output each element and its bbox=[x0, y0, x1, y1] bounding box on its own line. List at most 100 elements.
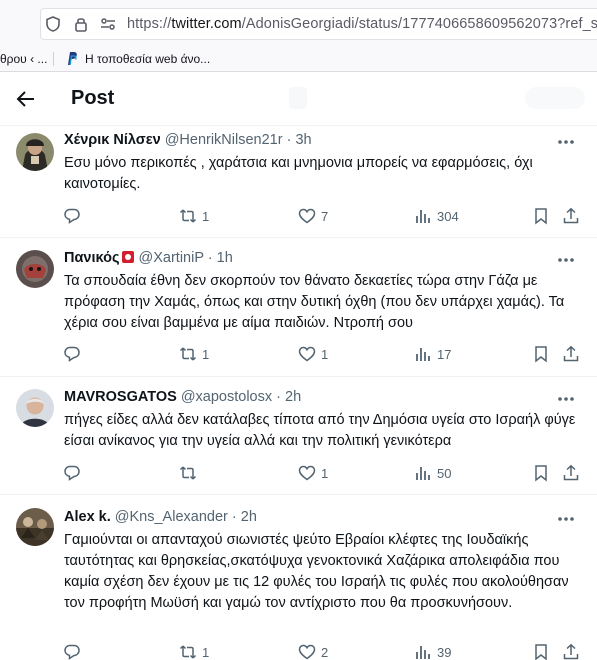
post-header: Post bbox=[0, 73, 597, 125]
share-button[interactable] bbox=[562, 463, 580, 483]
like-count: 7 bbox=[321, 208, 329, 224]
lock-icon[interactable] bbox=[72, 15, 90, 33]
views-button[interactable]: 39 bbox=[414, 642, 451, 660]
tweet-header: Πανικός @XartiniP · 1h bbox=[64, 250, 233, 266]
more-options-icon[interactable] bbox=[557, 516, 575, 522]
avatar[interactable] bbox=[16, 133, 54, 171]
repost-icon bbox=[179, 209, 197, 223]
tweet-header: Alex k. @Kns_Alexander · 2h bbox=[64, 509, 257, 525]
separator-dot: · bbox=[286, 132, 292, 148]
repost-button[interactable] bbox=[179, 463, 202, 483]
repost-button[interactable]: 1 bbox=[179, 642, 209, 660]
reply-button[interactable] bbox=[63, 642, 81, 660]
timestamp[interactable]: 2h bbox=[285, 389, 301, 405]
views-count: 17 bbox=[437, 346, 452, 362]
like-button[interactable]: 1 bbox=[298, 463, 328, 483]
tweet-reply[interactable]: Alex k. @Kns_Alexander · 2h Γαμιούνται ο… bbox=[0, 494, 597, 660]
views-button[interactable]: 17 bbox=[414, 344, 451, 364]
author-handle[interactable]: @HenrikNilsen21r bbox=[165, 132, 283, 148]
avatar[interactable] bbox=[16, 508, 54, 546]
author-handle[interactable]: @xapostolosx bbox=[181, 389, 272, 405]
reply-button[interactable] bbox=[63, 344, 81, 364]
bookmark-separator bbox=[53, 52, 54, 66]
back-arrow-icon[interactable] bbox=[16, 89, 36, 109]
bookmark-icon bbox=[535, 346, 547, 363]
placeholder-shape bbox=[525, 87, 585, 109]
author-name[interactable]: Πανικός bbox=[64, 250, 119, 266]
views-chart-icon bbox=[416, 467, 430, 480]
like-count: 2 bbox=[321, 644, 329, 660]
author-name[interactable]: MAVROSGATOS bbox=[64, 389, 177, 405]
more-options-icon[interactable] bbox=[557, 257, 575, 263]
heart-icon bbox=[298, 644, 316, 660]
share-button[interactable] bbox=[562, 344, 580, 364]
timestamp[interactable]: 1h bbox=[217, 250, 233, 266]
like-button[interactable]: 2 bbox=[298, 642, 328, 660]
shield-icon[interactable] bbox=[44, 15, 62, 33]
views-chart-icon bbox=[416, 210, 430, 223]
separator-dot: · bbox=[231, 509, 237, 525]
tweet-text: Εσυ μόνο περικοπές , χαράτσια και μνημον… bbox=[64, 155, 533, 192]
reply-button[interactable] bbox=[63, 463, 81, 483]
tweet-reply[interactable]: Χένρικ Νίλσεν @HenrikNilsen21r · 3h Εσυ … bbox=[0, 125, 597, 237]
heart-icon bbox=[298, 208, 316, 224]
author-handle[interactable]: @XartiniP bbox=[139, 250, 204, 266]
views-count: 39 bbox=[437, 644, 452, 660]
bookmarks-bar: θρου ‹ ... Η τοποθεσία web άνο... bbox=[0, 46, 597, 72]
tweet-header: Χένρικ Νίλσεν @HenrikNilsen21r · 3h bbox=[64, 132, 312, 148]
more-options-icon[interactable] bbox=[557, 396, 575, 402]
tweet-actions: 1 7 304 bbox=[0, 206, 597, 226]
bookmark-button[interactable] bbox=[532, 642, 550, 660]
reply-icon bbox=[64, 208, 80, 224]
views-button[interactable]: 50 bbox=[414, 463, 451, 483]
tweet-header: MAVROSGATOS @xapostolosx · 2h bbox=[64, 389, 301, 405]
heart-icon bbox=[298, 465, 316, 481]
share-icon bbox=[563, 345, 579, 362]
repost-icon bbox=[179, 347, 197, 361]
repost-count: 1 bbox=[202, 346, 210, 362]
page-title: Post bbox=[71, 87, 115, 109]
author-name[interactable]: Χένρικ Νίλσεν bbox=[64, 132, 161, 148]
heart-icon bbox=[298, 346, 316, 362]
tweet-text: Γαμιούνται οι απανταχού σιωνιστές ψεύτο … bbox=[64, 532, 569, 611]
browser-toolbar: https://twitter.com/AdonisGeorgiadi/stat… bbox=[0, 0, 597, 46]
tweet-reply[interactable]: Πανικός @XartiniP · 1h Τα σπουδαία έθνη … bbox=[0, 237, 597, 376]
timestamp[interactable]: 2h bbox=[241, 509, 257, 525]
url-text[interactable]: https://twitter.com/AdonisGeorgiadi/stat… bbox=[127, 16, 597, 32]
author-handle[interactable]: @Kns_Alexander bbox=[115, 509, 228, 525]
repost-icon bbox=[179, 466, 197, 480]
tweet-actions: 1 2 39 bbox=[0, 642, 597, 660]
separator-dot: · bbox=[276, 389, 281, 405]
share-button[interactable] bbox=[562, 206, 580, 226]
reply-button[interactable] bbox=[63, 206, 81, 226]
like-button[interactable]: 7 bbox=[298, 206, 328, 226]
avatar[interactable] bbox=[16, 389, 54, 427]
like-count: 1 bbox=[321, 465, 329, 481]
flag-badge-icon bbox=[122, 251, 135, 263]
tweet-text: Τα σπουδαία έθνη δεν σκορπούν τον θάνατο… bbox=[64, 273, 565, 331]
views-chart-icon bbox=[416, 646, 430, 659]
like-button[interactable]: 1 bbox=[298, 344, 328, 364]
bookmark-button[interactable] bbox=[532, 344, 550, 364]
tweet-reply[interactable]: MAVROSGATOS @xapostolosx · 2h πήγες είδε… bbox=[0, 376, 597, 494]
share-icon bbox=[563, 643, 579, 660]
share-button[interactable] bbox=[562, 642, 580, 660]
reply-icon bbox=[64, 644, 80, 660]
separator-dot: · bbox=[207, 250, 213, 266]
bookmark-button[interactable] bbox=[532, 463, 550, 483]
repost-icon bbox=[179, 645, 197, 659]
author-name[interactable]: Alex k. bbox=[64, 509, 111, 525]
repost-count: 1 bbox=[202, 644, 210, 660]
repost-button[interactable]: 1 bbox=[179, 344, 209, 364]
permissions-icon[interactable] bbox=[99, 15, 117, 33]
avatar[interactable] bbox=[16, 250, 54, 288]
bookmark-item[interactable]: θρου ‹ ... bbox=[0, 52, 47, 66]
views-button[interactable]: 304 bbox=[414, 206, 459, 226]
bookmark-button[interactable] bbox=[532, 206, 550, 226]
more-options-icon[interactable] bbox=[557, 139, 575, 145]
timestamp[interactable]: 3h bbox=[295, 132, 311, 148]
repost-count: 1 bbox=[202, 208, 210, 224]
repost-button[interactable]: 1 bbox=[179, 206, 209, 226]
reply-icon bbox=[64, 465, 80, 481]
bookmark-item[interactable]: Η τοποθεσία web άνο... bbox=[85, 52, 210, 66]
